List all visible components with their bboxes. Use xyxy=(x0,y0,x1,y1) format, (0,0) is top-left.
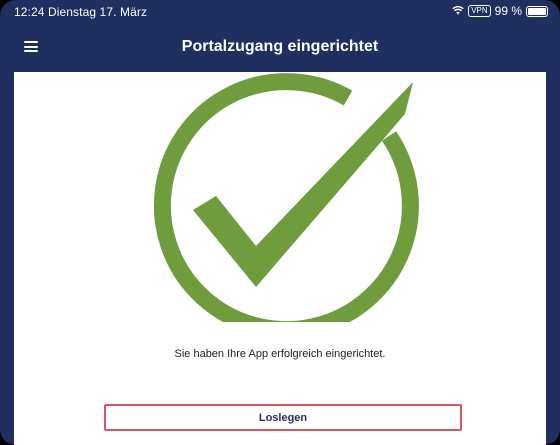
battery-level xyxy=(528,7,546,15)
status-bar: 12:24 Dienstag 17. März VPN 99 % xyxy=(0,0,560,22)
checkmark-circle-icon xyxy=(153,73,419,322)
vpn-badge: VPN xyxy=(468,5,491,17)
status-indicators: VPN 99 % xyxy=(452,4,548,18)
battery-icon xyxy=(526,5,548,17)
battery-percent: 99 % xyxy=(494,4,522,18)
status-time-date: 12:24 Dienstag 17. März xyxy=(14,5,148,19)
header-bar: Portalzugang eingerichtet xyxy=(0,22,560,72)
page-title: Portalzugang eingerichtet xyxy=(181,38,379,55)
main-content: Sie haben Ihre App erfolgreich eingerich… xyxy=(14,72,546,445)
success-message: Sie haben Ihre App erfolgreich eingerich… xyxy=(174,348,386,360)
wifi-icon xyxy=(452,4,464,18)
app-window: 12:24 Dienstag 17. März VPN 99 % Portalz… xyxy=(0,0,560,445)
loslegen-button[interactable]: Loslegen xyxy=(104,404,462,431)
